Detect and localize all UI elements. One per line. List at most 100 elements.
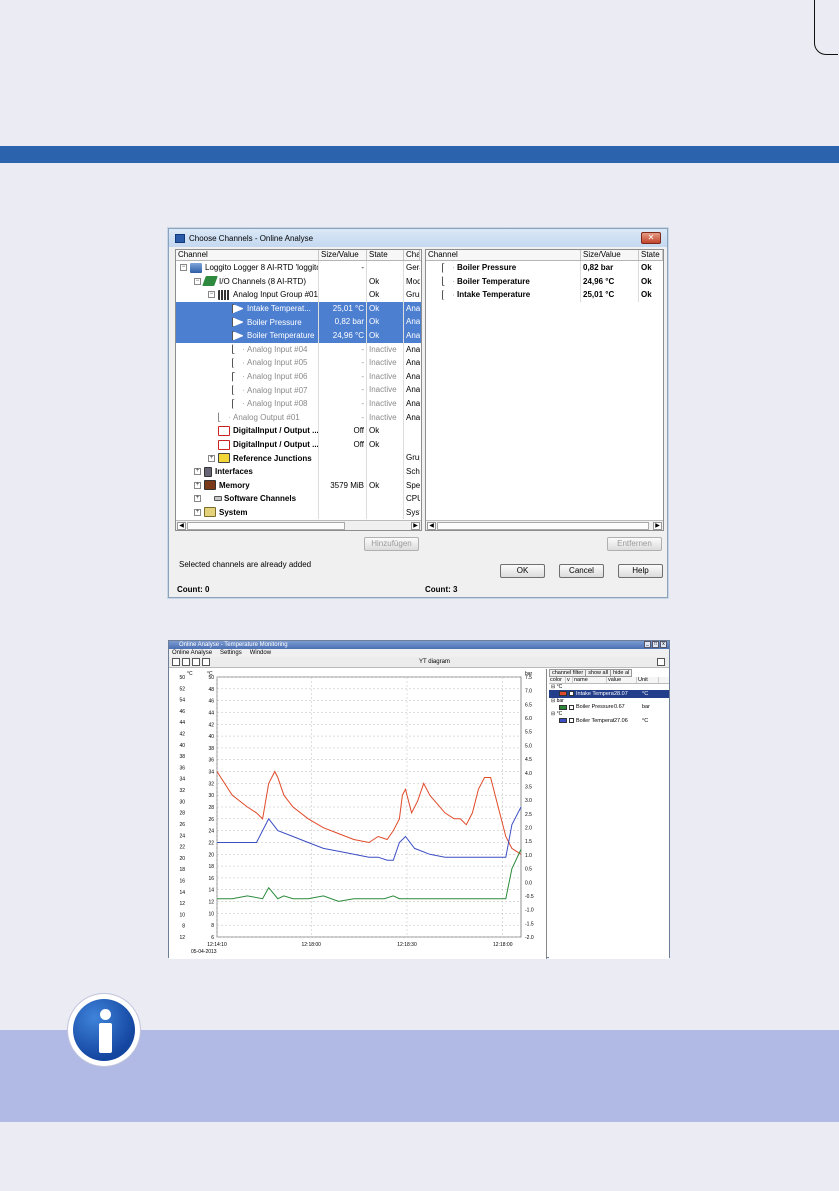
side-column-header: color xyxy=(549,677,566,683)
close-icon[interactable]: x xyxy=(660,641,667,648)
channel-row[interactable]: + Memory 3579 MiBOkSpei xyxy=(176,478,421,493)
scroll-thumb[interactable] xyxy=(437,522,649,530)
state-cell xyxy=(367,261,404,275)
size-value-cell: 0,82 bar xyxy=(319,315,367,329)
settings-icon[interactable] xyxy=(202,658,210,666)
channel-row[interactable]: DigitalInput / Output ... Off Ok xyxy=(176,437,421,452)
help-button[interactable]: Help xyxy=(618,564,663,578)
expand-icon[interactable]: + xyxy=(208,454,215,462)
column-header[interactable]: State xyxy=(639,250,663,260)
ok-button[interactable]: OK xyxy=(500,564,545,578)
side-channel-row[interactable]: Boiler Temperature27.06 °C xyxy=(549,717,669,725)
expand-icon[interactable]: + xyxy=(194,481,201,489)
channel-row[interactable]: + Reference Junctions Grup xyxy=(176,451,421,465)
zoom-icon[interactable] xyxy=(192,658,200,666)
state-cell: Ok xyxy=(367,288,404,302)
visible-checkbox[interactable] xyxy=(569,691,574,697)
channel-row[interactable]: Intake Temperat... 25,01 °COkAnal xyxy=(176,301,421,316)
scroll-left-icon[interactable]: ◀ xyxy=(427,522,436,530)
channel-row[interactable]: Analog Input #06 -InactiveAnal xyxy=(176,369,421,384)
channel-row[interactable]: Analog Input #08 -InactiveAnal xyxy=(176,396,421,411)
y-right-tick-label: 6.0 xyxy=(525,716,532,722)
layout-icon[interactable] xyxy=(182,658,190,666)
menu-item[interactable]: Online Analyse xyxy=(172,649,212,657)
column-header[interactable]: Channel xyxy=(176,250,319,260)
collapse-icon[interactable]: − xyxy=(194,277,201,285)
y-right-tick-label: -1.0 xyxy=(525,908,534,914)
yt-chart[interactable]: 50 48 46 44 42 40 38 36 34 32 30 28 26 24 22 20 18 16 14 12… xyxy=(169,669,547,959)
channel-label: Analog Input #05 xyxy=(247,358,308,368)
visible-checkbox[interactable] xyxy=(569,704,574,710)
visible-checkbox[interactable] xyxy=(569,718,574,724)
channel-row[interactable]: − Analog Input Group #01 OkGrup xyxy=(176,288,421,302)
right-horizontal-scrollbar[interactable]: ◀ ▶ xyxy=(426,520,663,530)
online-analyse-window: Online Analyse - Temperature Monitoring … xyxy=(168,640,670,959)
channel-row[interactable]: Analog Output #01 -InactiveAnal xyxy=(176,410,421,425)
y-tick-label: 40 xyxy=(208,734,214,740)
available-channels-list[interactable]: ChannelSize/ValueStateChan −Loggito Logg… xyxy=(175,249,422,531)
selected-channel-row[interactable]: Boiler Pressure 0,82 bar Ok xyxy=(426,261,663,275)
side-channel-row[interactable]: Intake Temperature28.07 °C xyxy=(549,690,669,698)
x-tick-label: 12:18:00 xyxy=(493,942,513,948)
size-value-cell: 25,01 °C xyxy=(581,288,639,302)
y-outer-tick-label: 12 xyxy=(179,935,185,941)
channel-type-cell: Anal xyxy=(406,385,420,395)
column-header[interactable]: State xyxy=(367,250,404,260)
expand-icon[interactable]: + xyxy=(194,468,201,476)
collapse-icon[interactable]: − xyxy=(180,264,187,272)
remove-button[interactable]: Entfernen xyxy=(607,537,662,551)
menu-item[interactable]: Settings xyxy=(220,649,242,657)
selected-channel-row[interactable]: Intake Temperature 25,01 °C Ok xyxy=(426,288,663,302)
channel-row[interactable]: − Loggito Logger 8 AI-RTD 'loggito-l...- G… xyxy=(176,261,421,275)
expand-icon[interactable]: + xyxy=(194,508,201,516)
channel-label: System xyxy=(219,507,248,517)
channel-type-cell: Anal xyxy=(406,412,420,422)
scroll-right-icon[interactable]: ▶ xyxy=(653,522,662,530)
channel-name-cell: Analog Input #04 xyxy=(176,342,319,357)
minimize-icon[interactable]: _ xyxy=(644,641,651,648)
side-channel-row[interactable]: Boiler Pressure 0.67 bar xyxy=(549,704,669,712)
y-right-tick-label: 3.0 xyxy=(525,798,532,804)
analog-input-icon xyxy=(232,357,244,368)
selected-channel-row[interactable]: Boiler Temperature 24,96 °C Ok xyxy=(426,274,663,289)
close-button[interactable]: ✕ xyxy=(641,232,661,244)
scroll-thumb[interactable] xyxy=(187,522,345,530)
cancel-button[interactable]: Cancel xyxy=(559,564,604,578)
expand-icon[interactable]: + xyxy=(194,495,201,503)
add-button[interactable]: Hinzufügen xyxy=(364,537,419,551)
collapse-icon[interactable]: − xyxy=(208,291,215,299)
menu-item[interactable]: Window xyxy=(250,649,271,657)
channel-row[interactable]: + System Syst xyxy=(176,505,421,520)
channel-row[interactable]: Boiler Pressure 0,82 barOkAnal xyxy=(176,315,421,329)
channel-row[interactable]: − I/O Channels (8 AI-RTD) Ok Mod xyxy=(176,274,421,289)
analog-output-icon xyxy=(218,412,230,423)
side-channel-unit: °C xyxy=(642,717,649,724)
channel-row[interactable]: + Interfaces Schr xyxy=(176,464,421,479)
size-value-cell: - xyxy=(319,410,367,425)
channel-row[interactable]: Analog Input #05 -InactiveAnal xyxy=(176,356,421,370)
channel-row[interactable]: Analog Input #07 -InactiveAnal xyxy=(176,383,421,397)
channel-row[interactable]: DigitalInput / Output ... Off Ok xyxy=(176,424,421,438)
column-header[interactable]: Channel xyxy=(426,250,581,260)
side-tab[interactable]: channel filter xyxy=(549,669,587,677)
side-tab[interactable]: hide al xyxy=(610,669,633,677)
channel-type-cell: Grup xyxy=(406,453,420,463)
channel-label: Analog Input #08 xyxy=(247,399,308,409)
y-tick-label: 36 xyxy=(208,758,214,764)
y-tick-label: 8 xyxy=(211,923,214,929)
channel-label: Boiler Pressure xyxy=(457,263,517,273)
new-diagram-icon[interactable] xyxy=(172,658,180,666)
channel-row[interactable]: Boiler Temperature 24,96 °COkAnal xyxy=(176,328,421,343)
left-horizontal-scrollbar[interactable]: ◀ ▶ xyxy=(176,520,421,530)
scroll-right-icon[interactable]: ▶ xyxy=(411,522,420,530)
selected-channels-list[interactable]: Channel Size/Value State Boiler Pressure 0,… xyxy=(425,249,664,531)
channel-row[interactable]: Analog Input #04 -InactiveAnal xyxy=(176,342,421,357)
scroll-left-icon[interactable]: ◀ xyxy=(177,522,186,530)
maximize-icon[interactable]: □ xyxy=(652,641,659,648)
column-header[interactable]: Chan xyxy=(404,250,420,260)
column-header[interactable]: Size/Value xyxy=(319,250,367,260)
column-header[interactable]: Size/Value xyxy=(581,250,639,260)
channel-row[interactable]: + Software Channels CPU xyxy=(176,492,421,506)
restore-icon[interactable] xyxy=(657,658,665,666)
side-tab[interactable]: show all xyxy=(585,669,612,677)
